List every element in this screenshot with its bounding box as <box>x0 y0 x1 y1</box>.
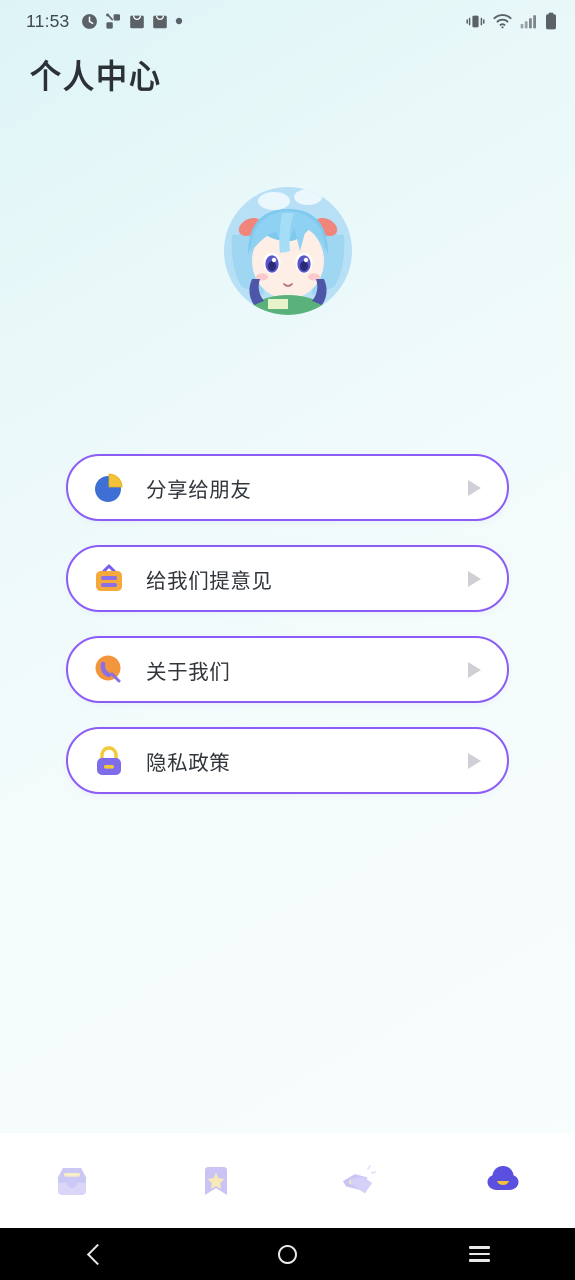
tab-profile[interactable] <box>431 1133 575 1228</box>
play-arrow-icon <box>468 752 481 769</box>
privacy-lock-icon <box>92 744 126 778</box>
avatar-container <box>0 187 575 315</box>
nav-home-button[interactable] <box>192 1228 384 1280</box>
bottom-tab-bar <box>0 1133 575 1228</box>
feedback-board-icon <box>92 562 126 596</box>
pie-share-icon <box>92 471 126 505</box>
page-title: 个人中心 <box>30 58 162 97</box>
avatar[interactable] <box>223 187 352 315</box>
play-arrow-icon <box>468 570 481 587</box>
recents-icon <box>468 1246 490 1262</box>
phone-screen: 11:53 个人中心 分享给朋友 给我们提意见 关于我们 隐私政策 <box>0 0 575 1280</box>
bookmark-star-icon <box>204 1166 227 1195</box>
status-bar: 11:53 <box>0 0 575 42</box>
menu-item-privacy[interactable]: 隐私政策 <box>66 727 509 794</box>
menu-item-feedback[interactable]: 给我们提意见 <box>66 545 509 612</box>
status-left-icons <box>81 13 183 30</box>
tab-tags[interactable] <box>288 1133 432 1228</box>
dot-icon <box>175 17 182 25</box>
profile-cloud-icon <box>487 1165 519 1190</box>
battery-icon <box>546 12 556 30</box>
inbox-icon <box>57 1167 86 1195</box>
menu-item-label: 给我们提意见 <box>146 568 273 593</box>
price-tags-icon <box>343 1164 377 1193</box>
vibrate-icon <box>466 15 485 27</box>
clock-icon <box>81 13 97 29</box>
home-icon <box>278 1244 297 1264</box>
shopping-bag-icon <box>129 14 144 28</box>
menu-item-label: 隐私政策 <box>146 750 231 775</box>
nav-back-button[interactable] <box>0 1228 192 1280</box>
wifi-icon <box>493 14 512 29</box>
menu-list: 分享给朋友 给我们提意见 关于我们 隐私政策 <box>0 454 575 794</box>
nav-recents-button[interactable] <box>383 1228 575 1280</box>
play-arrow-icon <box>468 479 481 496</box>
status-time: 11:53 <box>26 10 70 31</box>
about-phone-icon <box>92 653 126 687</box>
shopping-bag-icon <box>152 14 167 28</box>
menu-item-share[interactable]: 分享给朋友 <box>66 454 509 521</box>
tab-bookmarks[interactable] <box>144 1133 288 1228</box>
android-nav-bar <box>0 1228 575 1280</box>
back-icon <box>87 1243 109 1265</box>
signal-icon <box>520 15 536 29</box>
menu-item-label: 关于我们 <box>146 659 231 684</box>
menu-item-about[interactable]: 关于我们 <box>66 636 509 703</box>
status-right-icons <box>466 12 557 30</box>
avatar-illustration <box>223 187 352 315</box>
play-arrow-icon <box>468 661 481 678</box>
tab-inbox[interactable] <box>0 1133 144 1228</box>
share-nodes-icon <box>105 13 120 29</box>
menu-item-label: 分享给朋友 <box>146 477 252 502</box>
